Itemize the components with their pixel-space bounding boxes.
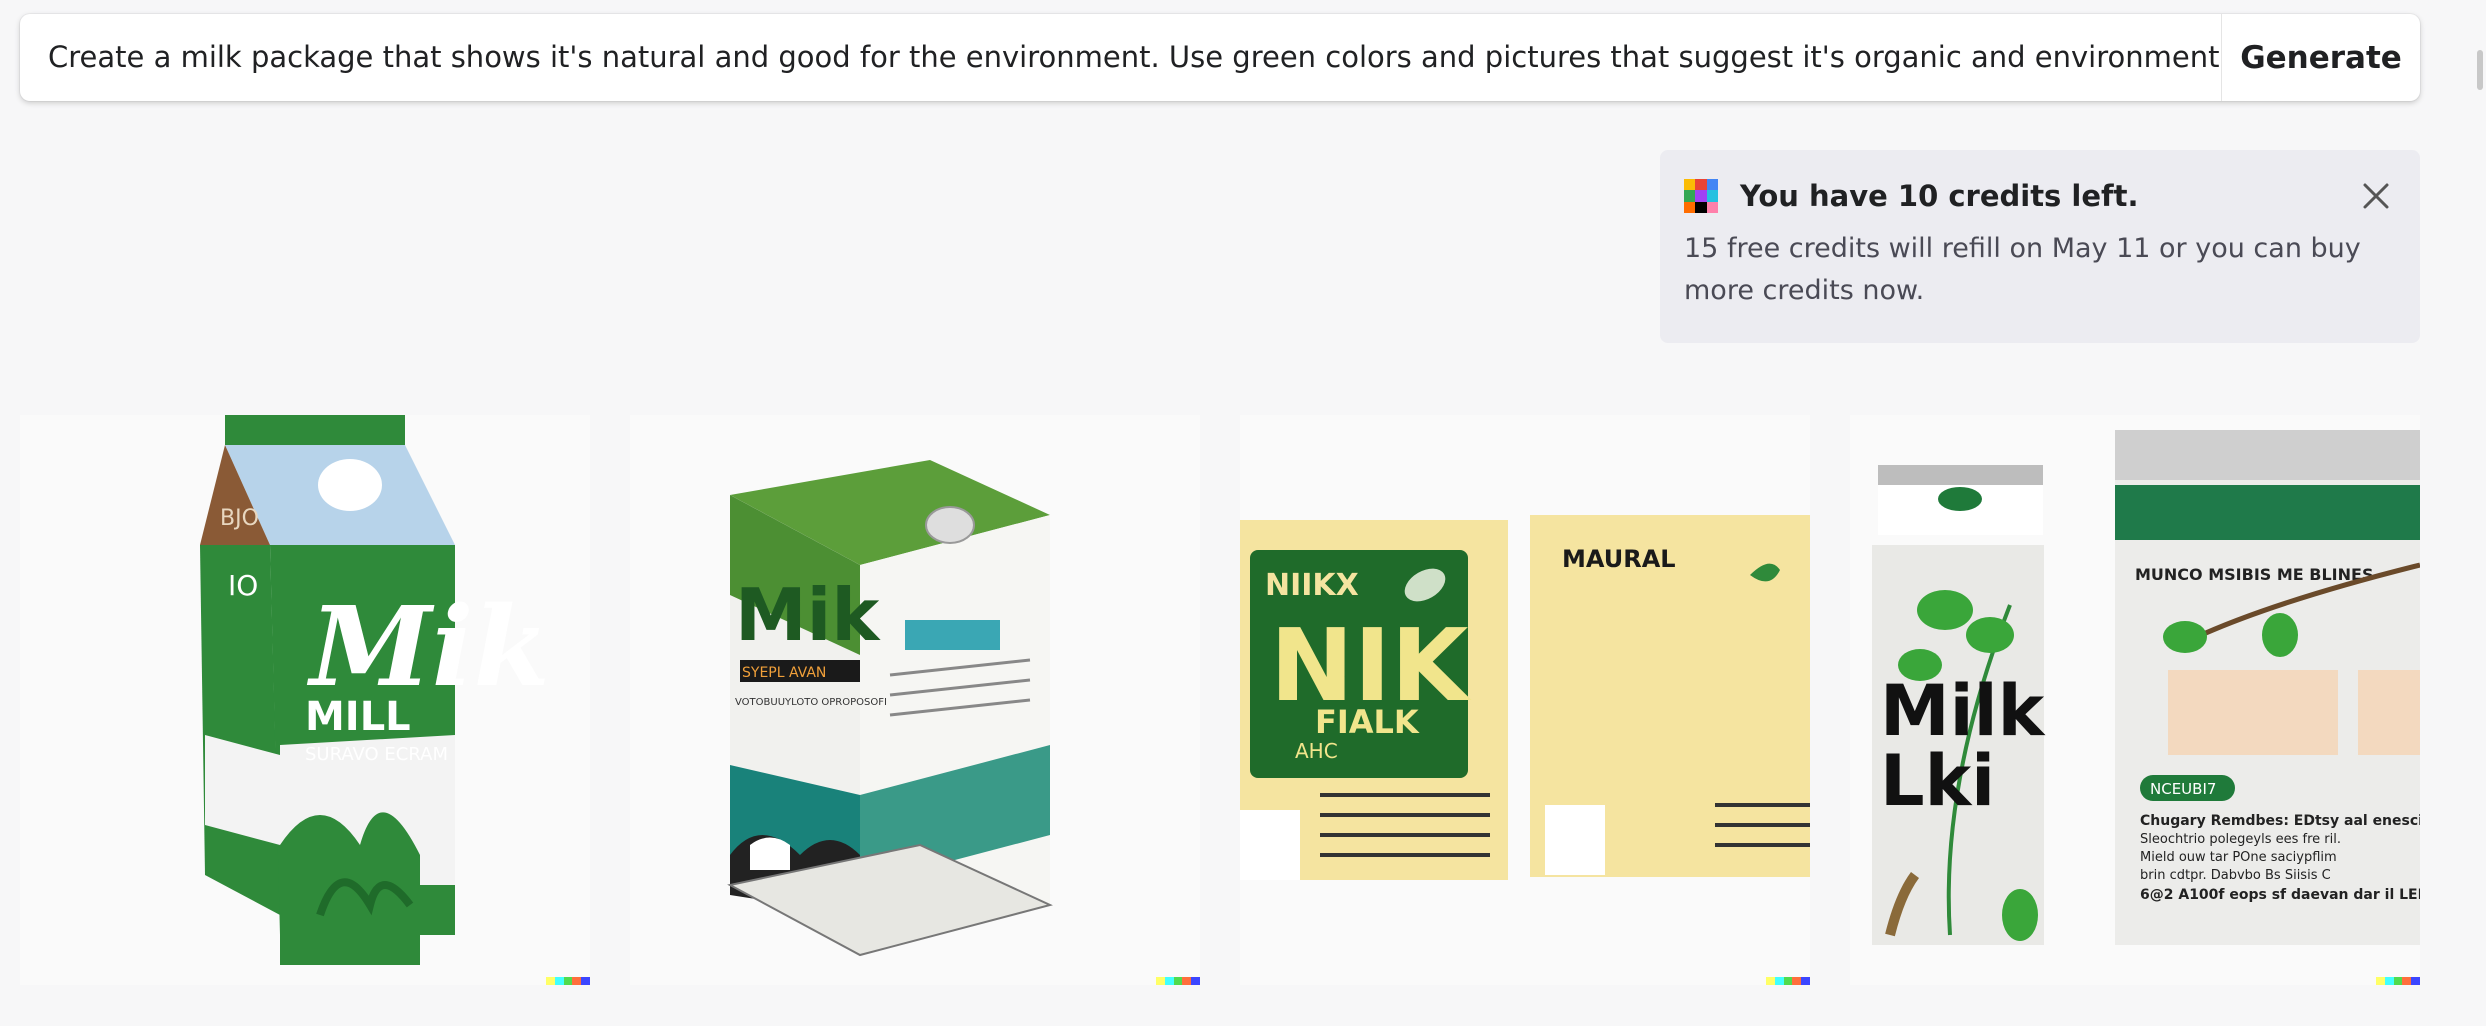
generated-image-2[interactable]: Mik SYEPL AVAN VOTOBUUYLOTO OPROPOSOFI [630,415,1200,985]
carton-4-body-3: Mield ouw tar POne saciypflim [2140,850,2337,865]
watermark-swatch [2384,977,2394,985]
carton-4-body-1: Chugary Remdbes: EDtsy aal enescimp [2140,813,2420,829]
panel-3-top: NIIKX [1265,568,1359,603]
logo-cell [1695,179,1707,191]
panel-3-illustration: NIIKX NIK FIALK AHC MAURAL [1240,515,1810,880]
carton-4-brand-2: Lki [1880,740,1995,822]
scrollbar-thumb[interactable] [2477,50,2483,90]
watermark-swatch [581,977,590,985]
carton-1-brand: Mik [306,582,550,711]
watermark-swatch [1173,977,1183,985]
carton-1-line: SURAVO ECRAM [305,744,448,765]
logo-cell [1695,190,1707,202]
watermark [2376,977,2420,985]
watermark-swatch [554,977,564,985]
watermark-swatch [546,977,555,985]
credits-message: 15 free credits will refill on May 11 or… [1684,233,2361,306]
generated-image-1[interactable]: Mik MILL SURAVO ECRAM IO BJO [20,415,590,985]
carton-4-body-2: Sleochtrio polegeyls ees fre ril. [2140,832,2341,847]
logo-cell [1684,190,1696,202]
generate-button[interactable]: Generate [2222,14,2420,101]
credits-header: You have 10 credits left. [1684,176,2396,216]
generated-image-4[interactable]: Milk Lki MUNCO MSIBIS ME BLINES NCEUBI7 … [1850,415,2420,985]
close-icon[interactable] [2356,176,2396,216]
carton-4-heading: MUNCO MSIBIS ME BLINES [2135,565,2373,584]
watermark [1766,977,1810,985]
panel-3-sub: FIALK [1315,703,1420,741]
watermark-swatch [572,977,582,985]
credits-title: You have 10 credits left. [1740,179,2139,213]
watermark [1156,977,1200,985]
logo-cell [1706,190,1718,202]
prompt-input[interactable]: Create a milk package that shows it's na… [20,14,2221,101]
carton-4-body-4: brin cdtpr. Dabvbo Bs Siisis C [2140,868,2331,883]
watermark-swatch [1801,977,1810,985]
logo-cell [1684,201,1696,213]
logo-cell [1684,179,1696,191]
carton-1-side-mark: IO [228,569,258,602]
carton-4-illustration: Milk Lki MUNCO MSIBIS ME BLINES NCEUBI7 … [1872,430,2420,945]
watermark-swatch [1766,977,1775,985]
carton-1-cap-mark: BJO [220,506,259,531]
logo-cell [1695,201,1707,213]
watermark-swatch [1156,977,1165,985]
watermark-swatch [1191,977,1200,985]
carton-1-illustration: Mik MILL SURAVO ECRAM IO BJO [200,415,550,965]
watermark [546,977,590,985]
watermark-swatch [1182,977,1192,985]
credits-notice: You have 10 credits left. 15 free credit… [1660,150,2420,343]
prompt-bar: Create a milk package that shows it's na… [20,14,2420,101]
watermark-swatch [2411,977,2420,985]
watermark-swatch [2376,977,2385,985]
watermark-swatch [1164,977,1174,985]
carton-2-sub: SYEPL AVAN [742,665,826,681]
carton-1-sub: MILL [305,694,411,740]
watermark-swatch [1792,977,1802,985]
credits-logo-icon [1684,179,1718,213]
page-scrollbar[interactable] [2474,0,2486,1026]
logo-cell [1706,201,1718,213]
carton-4-badge: NCEUBI7 [2150,780,2216,798]
watermark-swatch [1783,977,1793,985]
carton-2-line: VOTOBUUYLOTO OPROPOSOFI [735,697,887,708]
carton-4-body-5: 6@2 A100f eops sf daevan dar il LEE [2140,887,2420,903]
watermark-swatch [1774,977,1784,985]
logo-cell [1706,179,1718,191]
generated-image-3[interactable]: NIIKX NIK FIALK AHC MAURAL [1240,415,1810,985]
carton-2-brand: Mik [735,573,881,657]
watermark-swatch [563,977,573,985]
panel-3-small: AHC [1295,739,1338,763]
watermark-swatch [2393,977,2403,985]
panel-3-right-title: MAURAL [1562,545,1676,573]
watermark-swatch [2402,977,2412,985]
carton-2-illustration: Mik SYEPL AVAN VOTOBUUYLOTO OPROPOSOFI [727,460,1053,957]
